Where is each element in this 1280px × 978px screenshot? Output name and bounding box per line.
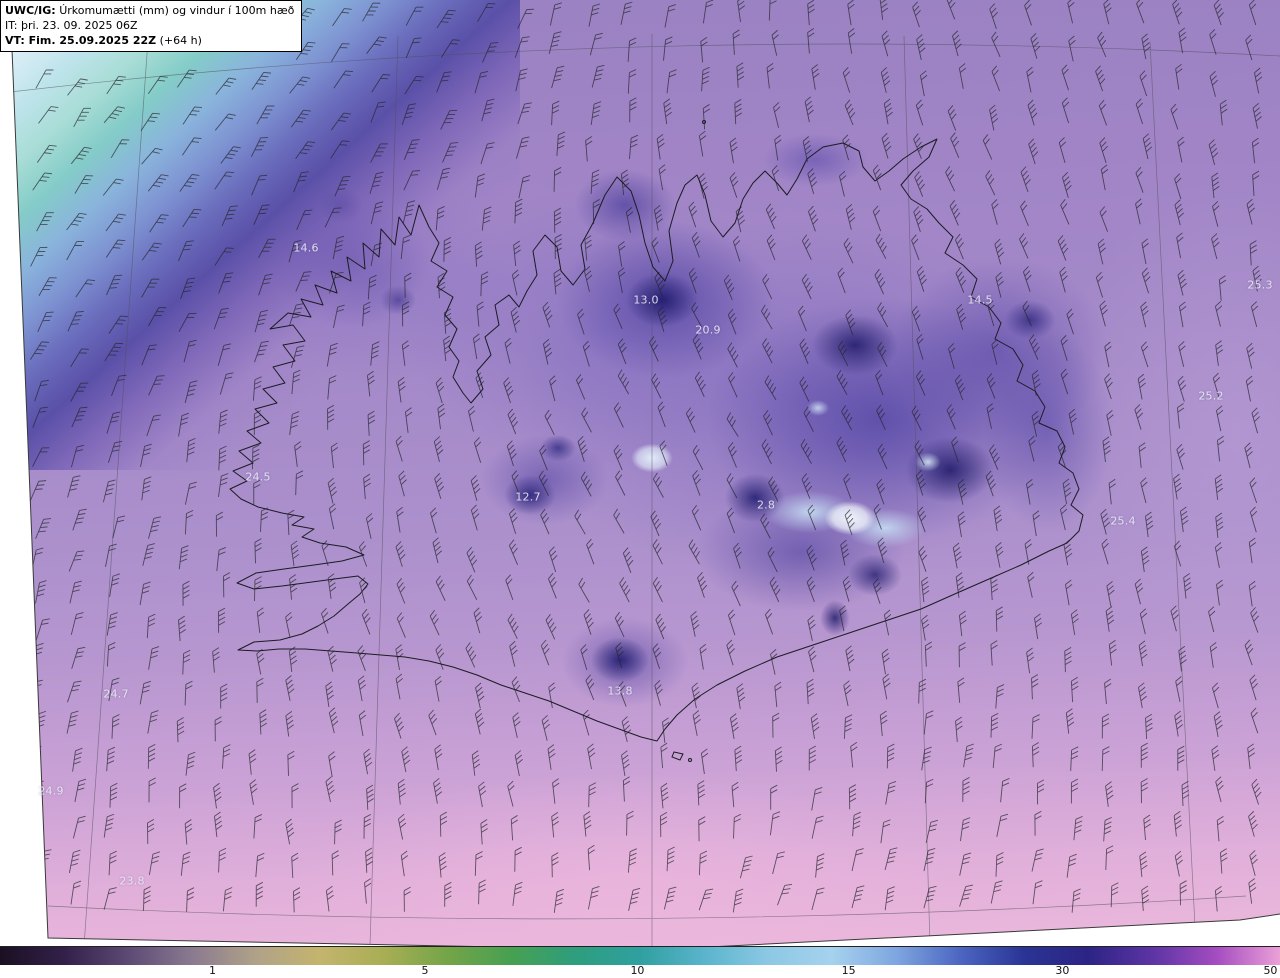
colorbar-tick: 5 <box>421 964 429 977</box>
init-time-line: IT: þri. 23. 09. 2025 06Z <box>5 19 138 32</box>
graticule-lines <box>9 34 1280 946</box>
colorbar-gradient-strip <box>0 946 1280 965</box>
valid-time: VT: Fim. 25.09.2025 22Z <box>5 34 157 47</box>
colorbar-tick-row: 1 5 10 15 30 50 <box>0 965 1280 978</box>
title-line: UWC/IG: Úrkomumætti (mm) og vindur í 100… <box>5 3 294 18</box>
colorbar-tick: 1 <box>208 964 216 977</box>
valid-time-line: VT: Fim. 25.09.2025 22Z (+64 h) <box>5 33 294 48</box>
colorbar-tick: 15 <box>841 964 856 977</box>
colorbar: 1 5 10 15 30 50 <box>0 946 1280 978</box>
map-frame-edge <box>9 0 1280 946</box>
weather-map-screen: 14.6 13.0 20.9 14.5 25.3 25.2 24.5 12.7 … <box>0 0 1280 978</box>
lead-time: (+64 h) <box>159 34 202 47</box>
map-area: 14.6 13.0 20.9 14.5 25.3 25.2 24.5 12.7 … <box>0 0 1280 946</box>
wind-barbs <box>29 0 1263 913</box>
info-box: UWC/IG: Úrkomumætti (mm) og vindur í 100… <box>0 0 303 52</box>
offshore-islands <box>671 120 706 762</box>
product-title: Úrkomumætti (mm) og vindur í 100m hæð <box>59 4 295 17</box>
colorbar-tick: 50 <box>1263 964 1278 977</box>
colorbar-tick: 30 <box>1055 964 1070 977</box>
map-overlay <box>0 0 1280 946</box>
colorbar-tick: 10 <box>630 964 645 977</box>
model-label: UWC/IG: <box>5 4 56 17</box>
